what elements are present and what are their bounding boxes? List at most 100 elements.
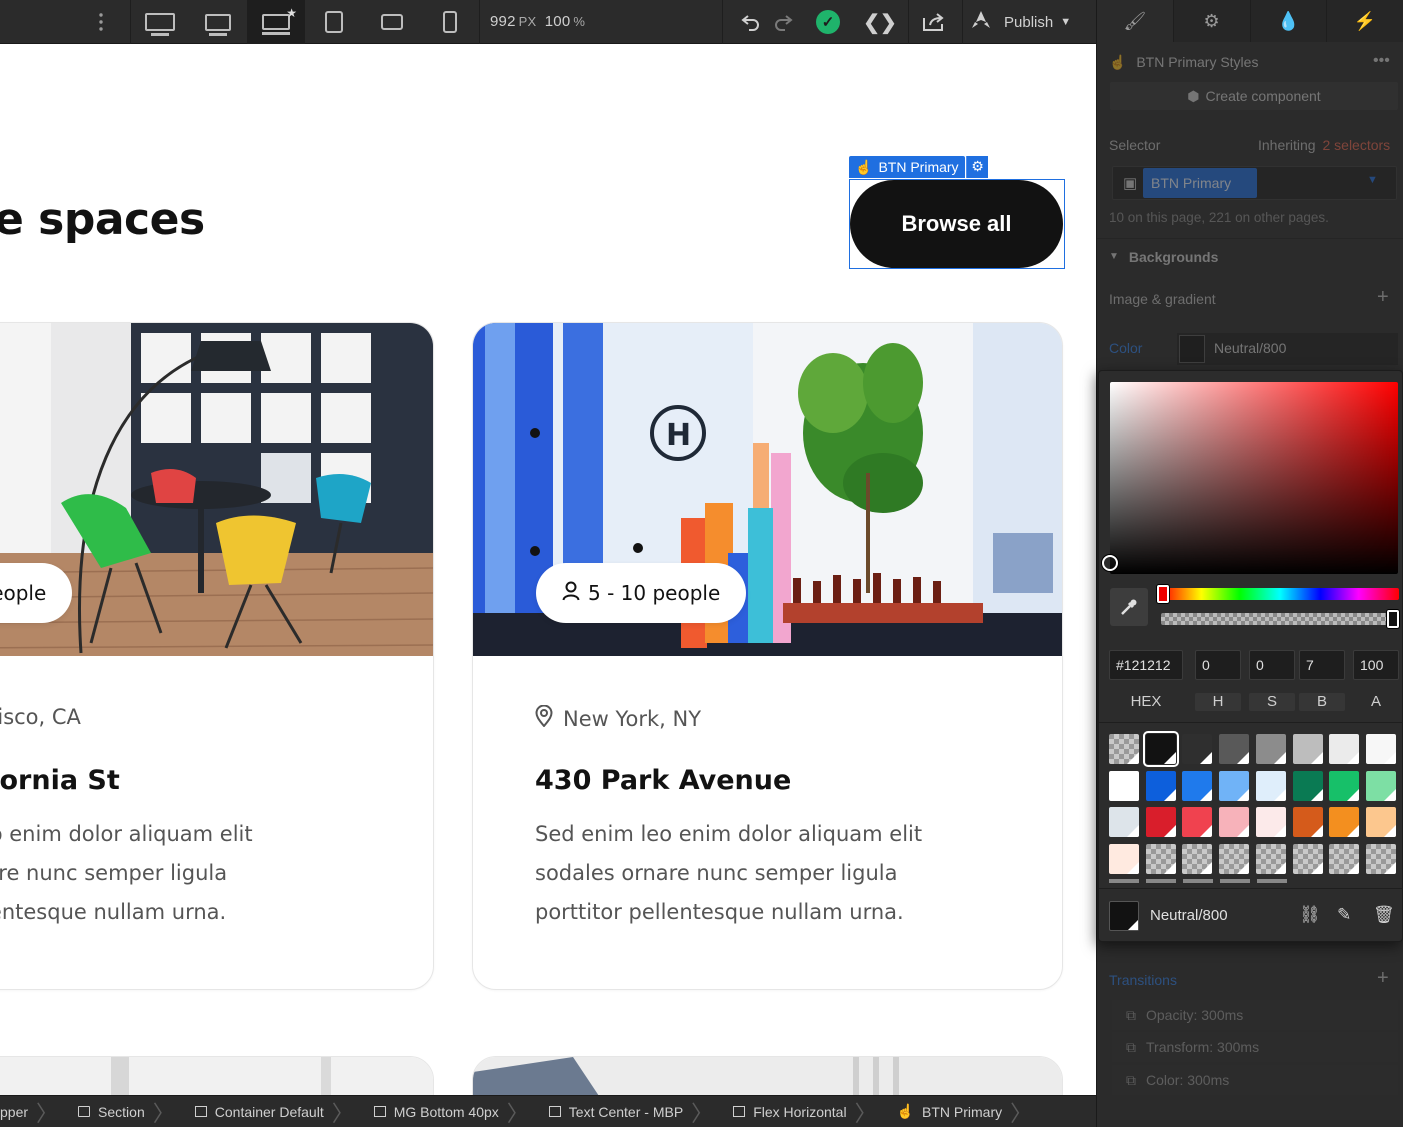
- breadcrumb-item[interactable]: Container Default 〉: [185, 1096, 364, 1127]
- color-value-field[interactable]: Neutral/800: [1177, 333, 1398, 365]
- export-icon[interactable]: [918, 0, 950, 44]
- monitor-large-icon: [145, 13, 175, 36]
- alpha-slider-handle[interactable]: [1387, 610, 1399, 628]
- color-swatch[interactable]: [1292, 807, 1323, 837]
- space-card-partial[interactable]: [472, 1056, 1063, 1095]
- undo-icon[interactable]: [736, 0, 766, 44]
- color-swatch[interactable]: [1182, 843, 1213, 874]
- design-canvas[interactable]: e spaces ☝ BTN Primary ⚙ Browse all ople…: [0, 44, 1096, 1095]
- saturation-brightness-area[interactable]: [1110, 382, 1398, 574]
- eyedropper-icon[interactable]: [1110, 588, 1148, 626]
- saturation-input[interactable]: [1249, 650, 1295, 680]
- color-swatch[interactable]: [1365, 843, 1396, 874]
- phone-landscape-icon: [381, 14, 403, 30]
- breadcrumb-item[interactable]: Text Center - MBP 〉: [539, 1096, 723, 1127]
- breakpoint-portrait-button[interactable]: [421, 0, 479, 44]
- hue-slider[interactable]: [1161, 588, 1399, 600]
- color-swatch[interactable]: [1292, 770, 1323, 801]
- transition-label: Transform: 300ms: [1146, 1039, 1260, 1055]
- color-swatch[interactable]: [1109, 770, 1139, 801]
- create-component-button[interactable]: ⬢ Create component: [1110, 82, 1398, 110]
- backgrounds-section-header[interactable]: ▼ Backgrounds: [1097, 238, 1403, 274]
- breakpoint-landscape-button[interactable]: [363, 0, 421, 44]
- unlink-icon[interactable]: ⛓: [1299, 905, 1321, 925]
- selection-label[interactable]: ☝ BTN Primary: [849, 156, 965, 178]
- inheriting-link[interactable]: 2 selectors: [1322, 137, 1390, 153]
- saturation-handle[interactable]: [1102, 555, 1118, 571]
- color-swatch[interactable]: [1292, 734, 1323, 764]
- tab-style-manager[interactable]: 💧: [1250, 0, 1328, 42]
- color-swatch[interactable]: [1182, 807, 1213, 837]
- more-horizontal-icon[interactable]: •••: [1373, 52, 1390, 70]
- transition-item[interactable]: ⧉ Opacity: 300ms: [1112, 1000, 1398, 1030]
- publish-button[interactable]: Publish ▼: [970, 0, 1071, 44]
- color-swatch[interactable]: [1329, 807, 1360, 837]
- code-icon[interactable]: ❮❯: [862, 0, 898, 44]
- breakpoint-desktop-base-button[interactable]: ★: [247, 0, 305, 44]
- breadcrumb-item[interactable]: Flex Horizontal 〉: [723, 1096, 886, 1127]
- color-swatch[interactable]: [1255, 807, 1286, 837]
- color-swatch[interactable]: [1292, 843, 1323, 874]
- color-swatch[interactable]: [1219, 734, 1250, 764]
- transition-label: Opacity: 300ms: [1146, 1007, 1244, 1023]
- color-swatch[interactable]: [1255, 734, 1286, 764]
- color-swatch[interactable]: [1329, 843, 1360, 874]
- color-swatch[interactable]: [1109, 843, 1139, 874]
- breadcrumb-item[interactable]: ☝ BTN Primary 〉: [887, 1096, 1043, 1127]
- hue-input[interactable]: [1195, 650, 1241, 680]
- color-swatch[interactable]: [1255, 770, 1286, 801]
- breadcrumb-item[interactable]: MG Bottom 40px 〉: [364, 1096, 539, 1127]
- breakpoint-desktop-l-button[interactable]: [189, 0, 247, 44]
- plus-icon[interactable]: +: [1377, 967, 1389, 990]
- breadcrumb-item[interactable]: pper 〉: [0, 1096, 68, 1127]
- redo-icon[interactable]: [768, 0, 798, 44]
- color-swatch[interactable]: [1255, 843, 1286, 874]
- color-swatch[interactable]: [1145, 807, 1176, 837]
- color-swatch[interactable]: [1365, 770, 1396, 801]
- color-swatch[interactable]: [1219, 843, 1250, 874]
- color-swatch[interactable]: [1329, 734, 1360, 764]
- svg-text:H: H: [666, 418, 691, 453]
- space-card[interactable]: 👤 3 people rancisco, CA alifornia St n l…: [0, 322, 434, 990]
- brightness-input[interactable]: [1299, 650, 1345, 680]
- section-heading[interactable]: e spaces: [0, 194, 205, 245]
- color-swatch[interactable]: [1109, 807, 1139, 837]
- saved-status-icon[interactable]: ✓: [812, 0, 844, 44]
- color-swatch[interactable]: [1182, 770, 1213, 801]
- space-card[interactable]: H 5 - 10 people New York, NY 430 Park Av…: [472, 322, 1063, 990]
- color-swatch[interactable]: [1145, 843, 1176, 874]
- color-swatch[interactable]: [1219, 770, 1250, 801]
- color-swatch[interactable]: [1182, 734, 1213, 764]
- tab-settings[interactable]: ⚙: [1173, 0, 1251, 42]
- breakpoint-tablet-button[interactable]: [305, 0, 363, 44]
- color-swatch[interactable]: [1109, 734, 1139, 764]
- inheriting-prefix: Inheriting: [1258, 137, 1316, 153]
- hex-input[interactable]: [1109, 650, 1183, 680]
- trash-icon[interactable]: 🗑: [1373, 905, 1395, 925]
- more-vertical-icon[interactable]: [86, 0, 116, 44]
- breadcrumb-item[interactable]: Section 〉: [68, 1096, 185, 1127]
- hue-slider-handle[interactable]: [1157, 585, 1169, 603]
- alpha-slider[interactable]: [1161, 613, 1399, 625]
- alpha-input[interactable]: [1353, 650, 1399, 680]
- color-swatch[interactable]: [1365, 734, 1396, 764]
- usage-note: 10 on this page, 221 on other pages.: [1109, 210, 1329, 225]
- tab-interactions[interactable]: ⚡: [1327, 0, 1403, 42]
- transition-item[interactable]: ⧉ Transform: 300ms: [1112, 1032, 1398, 1062]
- plus-icon[interactable]: +: [1377, 286, 1389, 309]
- selector-chip[interactable]: BTN Primary: [1143, 168, 1257, 198]
- space-card-partial[interactable]: [0, 1056, 434, 1095]
- color-swatch[interactable]: [1219, 807, 1250, 837]
- gear-icon[interactable]: ⚙: [966, 156, 988, 178]
- color-swatch[interactable]: [1142, 731, 1179, 767]
- color-swatch[interactable]: [1365, 807, 1396, 837]
- width-value: 992: [490, 13, 516, 30]
- tab-style[interactable]: 🖌: [1097, 0, 1174, 42]
- color-swatch[interactable]: [1329, 770, 1360, 801]
- pencil-icon[interactable]: ✎: [1337, 905, 1351, 925]
- transition-item[interactable]: ⧉ Color: 300ms: [1112, 1065, 1398, 1095]
- color-swatch[interactable]: [1145, 770, 1176, 801]
- breakpoint-desktop-xl-button[interactable]: [131, 0, 189, 44]
- chevron-down-icon[interactable]: ▼: [1367, 174, 1378, 186]
- browse-all-button[interactable]: Browse all: [850, 180, 1063, 268]
